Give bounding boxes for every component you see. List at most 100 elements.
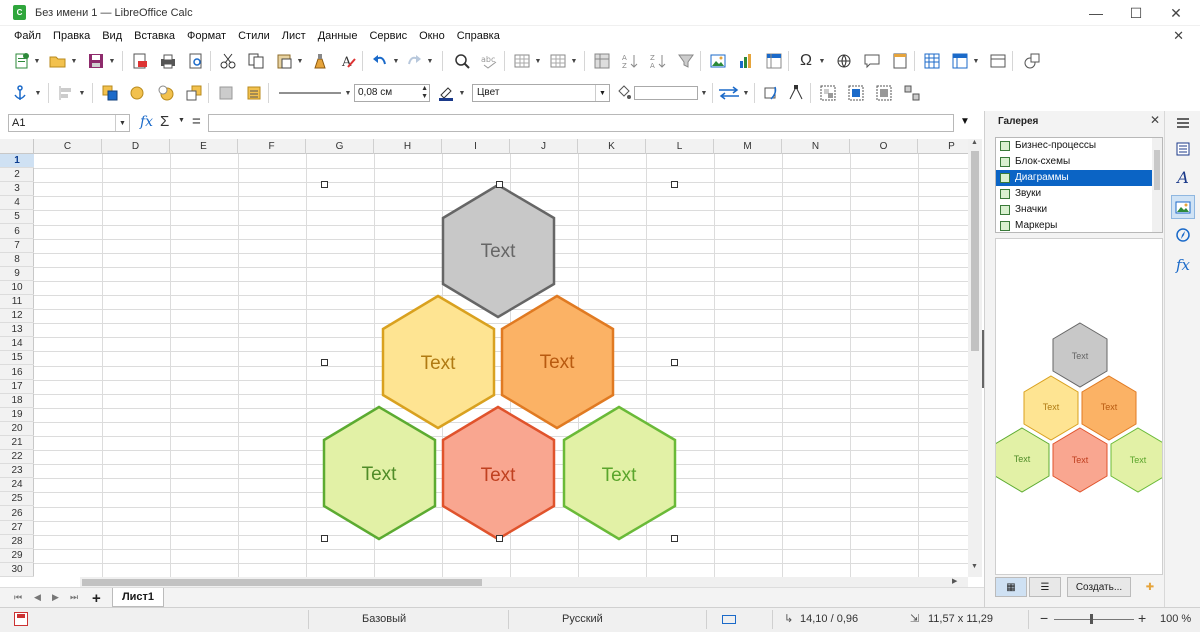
freeze-rows-icon[interactable] bbox=[950, 51, 970, 71]
open-dropdown-icon[interactable]: ▼ bbox=[70, 51, 78, 71]
theme-item[interactable]: Маркеры bbox=[996, 218, 1152, 232]
redo-dropdown-icon[interactable]: ▼ bbox=[426, 51, 434, 71]
selection-handle[interactable] bbox=[496, 535, 503, 542]
export-pdf-icon[interactable] bbox=[130, 51, 150, 71]
zoom-level[interactable]: 100 % bbox=[1160, 613, 1191, 625]
previous-sheet-icon[interactable]: ◀ bbox=[34, 592, 41, 603]
hexagon-bottom-right[interactable]: Text bbox=[562, 405, 677, 541]
next-sheet-icon[interactable]: ▶ bbox=[52, 592, 59, 603]
chart-icon[interactable] bbox=[736, 51, 756, 71]
selection-handle[interactable] bbox=[321, 181, 328, 188]
sheet-tab-active[interactable]: Лист1 bbox=[112, 588, 164, 607]
cut-icon[interactable] bbox=[218, 51, 238, 71]
expand-formula-bar-icon[interactable]: ▼ bbox=[960, 116, 970, 127]
find-icon[interactable] bbox=[452, 51, 472, 71]
selection-handle[interactable] bbox=[321, 359, 328, 366]
hexagon-bottom-left[interactable]: Text bbox=[322, 405, 437, 541]
group-icon[interactable] bbox=[818, 83, 838, 103]
create-theme-button[interactable]: Создать... bbox=[1067, 577, 1131, 597]
menu-insert[interactable]: Вставка bbox=[128, 30, 181, 42]
new-icon[interactable] bbox=[12, 51, 32, 71]
sort-desc-icon[interactable]: ZA bbox=[648, 51, 668, 71]
split-window-icon[interactable] bbox=[988, 51, 1008, 71]
formula-input[interactable] bbox=[208, 114, 954, 132]
line-color-icon[interactable] bbox=[436, 83, 456, 103]
name-box-dropdown-icon[interactable]: ▼ bbox=[115, 115, 129, 131]
horizontal-scroll-thumb[interactable] bbox=[82, 579, 482, 586]
menu-help[interactable]: Справка bbox=[451, 30, 506, 42]
zoom-slider[interactable] bbox=[1054, 619, 1134, 620]
to-foreground-icon[interactable] bbox=[244, 83, 264, 103]
theme-list-scrollbar[interactable] bbox=[1152, 138, 1162, 232]
undo-dropdown-icon[interactable]: ▼ bbox=[392, 51, 400, 71]
close-window-button[interactable]: ✕ bbox=[1156, 0, 1196, 26]
define-print-area-icon[interactable] bbox=[922, 51, 942, 71]
icon-view-button[interactable]: ▦ bbox=[995, 577, 1027, 597]
paste-icon[interactable] bbox=[274, 51, 294, 71]
align-dropdown-icon[interactable]: ▼ bbox=[78, 83, 86, 103]
open-icon[interactable] bbox=[48, 51, 68, 71]
theme-item[interactable]: Бизнес-процессы bbox=[996, 138, 1152, 154]
horizontal-scrollbar[interactable]: ▶ bbox=[80, 577, 968, 587]
theme-item[interactable]: Звуки bbox=[996, 186, 1152, 202]
hyperlink-icon[interactable] bbox=[834, 51, 854, 71]
document-modified-icon[interactable] bbox=[14, 612, 28, 626]
row-dropdown-icon[interactable]: ▼ bbox=[534, 51, 542, 71]
last-sheet-icon[interactable]: ⏭ bbox=[70, 592, 78, 603]
clone-icon[interactable] bbox=[310, 51, 330, 71]
print-icon[interactable] bbox=[158, 51, 178, 71]
column-icon[interactable] bbox=[548, 51, 568, 71]
save-dropdown-icon[interactable]: ▼ bbox=[108, 51, 116, 71]
hexagon-bottom-center[interactable]: Text bbox=[441, 405, 556, 541]
properties-icon[interactable] bbox=[1171, 137, 1195, 161]
menu-sheet[interactable]: Лист bbox=[276, 30, 312, 42]
arrow-style-dropdown-icon[interactable]: ▼ bbox=[742, 83, 750, 103]
header-footer-icon[interactable] bbox=[890, 51, 910, 71]
selection-handle[interactable] bbox=[496, 181, 503, 188]
zoom-out-icon[interactable]: − bbox=[1040, 610, 1048, 626]
hexagon-middle-right[interactable]: Text bbox=[500, 294, 615, 430]
fill-color-dropdown-icon[interactable]: ▼ bbox=[700, 83, 708, 103]
vertical-scroll-thumb[interactable] bbox=[971, 151, 979, 351]
spreadsheet-grid[interactable]: C D E F G H I J K L M N O P 1 2 3 4 5 6 7 8 9 10 1… bbox=[0, 139, 968, 577]
selection-handle[interactable] bbox=[321, 535, 328, 542]
gallery-extra-icon[interactable]: ✚ bbox=[1139, 577, 1161, 597]
show-draw-functions-icon[interactable] bbox=[1022, 51, 1042, 71]
navigator-icon[interactable] bbox=[1171, 223, 1195, 247]
scroll-down-icon[interactable]: ▼ bbox=[971, 563, 978, 570]
sort-asc-icon[interactable]: AZ bbox=[620, 51, 640, 71]
send-to-back-icon[interactable] bbox=[184, 83, 204, 103]
menu-window[interactable]: Окно bbox=[413, 30, 451, 42]
add-sheet-button[interactable]: + bbox=[92, 590, 101, 607]
theme-item[interactable]: Блок-схемы bbox=[996, 154, 1152, 170]
hexagon-middle-left[interactable]: Text bbox=[381, 294, 496, 430]
gallery-preview[interactable]: Text Text Text Text Text Text bbox=[995, 238, 1163, 575]
freeze-icon[interactable] bbox=[592, 51, 612, 71]
area-style-select[interactable]: Цвет ▼ bbox=[472, 84, 610, 102]
scroll-up-icon[interactable]: ▲ bbox=[971, 139, 978, 146]
line-width-field[interactable]: 0,08 см ▲ ▼ bbox=[354, 84, 430, 102]
name-box[interactable]: A1 ▼ bbox=[8, 114, 130, 132]
zoom-in-icon[interactable]: + bbox=[1138, 610, 1146, 626]
comment-icon[interactable] bbox=[862, 51, 882, 71]
theme-item-selected[interactable]: Диаграммы bbox=[996, 170, 1152, 186]
maximize-button[interactable]: ☐ bbox=[1116, 0, 1156, 26]
ungroup-icon[interactable] bbox=[902, 83, 922, 103]
special-char-icon[interactable]: Ω bbox=[796, 51, 816, 71]
align-objects-icon[interactable] bbox=[56, 83, 76, 103]
enter-group-icon[interactable] bbox=[846, 83, 866, 103]
gallery-theme-list[interactable]: Бизнес-процессы Блок-схемы Диаграммы Зву… bbox=[995, 137, 1163, 233]
styles-icon[interactable]: A bbox=[1171, 165, 1195, 189]
copy-icon[interactable] bbox=[246, 51, 266, 71]
line-style-select[interactable] bbox=[276, 83, 344, 103]
redo-icon[interactable] bbox=[404, 51, 424, 71]
zoom-slider-thumb[interactable] bbox=[1090, 614, 1093, 624]
arrow-style-icon[interactable] bbox=[716, 83, 742, 103]
line-style-dropdown-icon[interactable]: ▼ bbox=[344, 83, 352, 103]
forward-one-icon[interactable] bbox=[128, 83, 148, 103]
autofilter-icon[interactable] bbox=[676, 51, 696, 71]
page-style-status[interactable]: Базовый bbox=[362, 613, 406, 625]
selection-handle[interactable] bbox=[671, 181, 678, 188]
sum-icon[interactable]: Σ bbox=[160, 113, 169, 130]
hexagon-shape-group[interactable]: Text Text Text Text Text Text bbox=[0, 139, 968, 577]
